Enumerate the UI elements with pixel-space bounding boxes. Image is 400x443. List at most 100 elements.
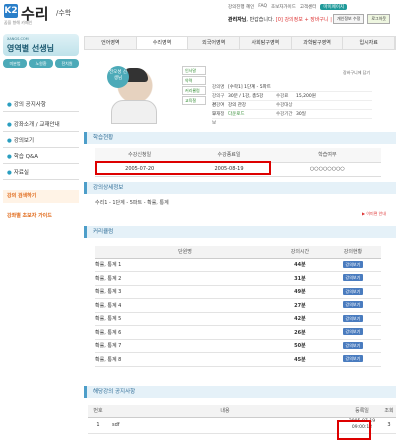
search-lecture-banner[interactable]: 강의 검색하기: [3, 190, 79, 203]
logo-mark[interactable]: K2: [4, 4, 18, 18]
notice-title-link[interactable]: sdf: [108, 417, 342, 434]
section-status: 학습현황: [84, 132, 396, 144]
info-value: 30분 / 1강, 총5강: [228, 94, 264, 99]
nav-item-social[interactable]: 사회탐구영역: [240, 37, 292, 49]
greeting-name: 관리자님: [228, 17, 247, 23]
logo-subtitle: /수학: [56, 9, 72, 17]
beginner-guide-banner[interactable]: 강좌별 초보자 가이드: [3, 210, 79, 223]
table-row: 확률, 통계 4 27분 강의보기: [95, 298, 381, 313]
status-header: 학습여부: [273, 148, 381, 163]
watch-button[interactable]: 강의보기: [342, 260, 364, 268]
top-links: 강의진행 혜인 FAQ 초보자가이드 고객센터 마이페이지: [228, 4, 348, 10]
arrow-icon: ●: [7, 170, 12, 176]
download-link[interactable]: 다운로드: [228, 110, 276, 118]
lecture-path: 수리1 - 1단계 - 5파트 - 확률, 통계: [95, 200, 169, 206]
sidebar-item-lecture[interactable]: ● 강의보기: [3, 134, 79, 148]
watch-button[interactable]: 강의보기: [342, 355, 364, 363]
unit-name: 확률, 통계 8: [95, 352, 275, 367]
notice-views: 3: [382, 417, 396, 434]
teacher-tab-1[interactable]: 미분법: [3, 59, 27, 68]
table-row: 확률, 통계 1 44분 강의보기: [95, 258, 381, 272]
section-notice: 해당강의 공지사항: [84, 386, 396, 398]
top-link-4[interactable]: 고객센터: [300, 4, 317, 10]
top-link-3[interactable]: 초보자가이드: [271, 4, 296, 10]
teacher-tab-2[interactable]: 노원환: [29, 59, 53, 68]
nav-item-math[interactable]: 수리영역: [136, 37, 189, 49]
nav-item-language[interactable]: 언어영역: [85, 37, 137, 49]
teacher-tabs: 미분법 노원환 전치원: [3, 59, 79, 68]
status-header: 수강신청일: [95, 148, 185, 163]
sidebar-item-label: 강좌소개 / 교재안내: [13, 122, 60, 128]
curriculum-header: 단원명: [95, 246, 275, 259]
info-key: 강의구성: [212, 94, 225, 108]
sidebar-item-label: 자료실: [13, 170, 29, 176]
sidebar-item-label: 강의보기: [13, 138, 35, 144]
table-row: 확률, 통계 3 49분 강의보기: [95, 285, 381, 299]
info-key: 관강여부: [212, 103, 225, 117]
table-row: 확률, 통계 5 42분 강의보기: [95, 312, 381, 326]
main-nav: 언어영역 수리영역 외국어영역 사회탐구영역 과학탐구영역 입시자료: [84, 36, 396, 50]
info-key: 교재정보: [212, 112, 225, 126]
info-row: 강의명 [수학1] 1단계 - 5파트: [212, 83, 372, 92]
nav-item-foreign[interactable]: 외국어영역: [188, 37, 241, 49]
profile-menu-greeting[interactable]: 인사말: [182, 66, 206, 75]
info-key: 수강대상: [276, 103, 293, 108]
edit-profile-button[interactable]: 개인정보 수정: [333, 14, 365, 24]
watch-button[interactable]: 강의보기: [342, 287, 364, 295]
greeting-text: , 반갑습니다.: [246, 17, 275, 23]
sidebar-item-qna[interactable]: ● 학습 Q&A: [3, 150, 79, 164]
sidebar-item-intro[interactable]: ● 강좌소개 / 교재안내: [3, 118, 79, 132]
unit-time: 49분: [275, 285, 325, 299]
teacher-photo: [87, 60, 167, 124]
notice-header: 번호: [88, 405, 108, 418]
unit-name: 확률, 통계 2: [95, 271, 275, 286]
logout-button[interactable]: 로그아웃: [367, 14, 391, 24]
profile-menu-philosophy[interactable]: 교육철: [182, 96, 206, 105]
unit-time: 42분: [275, 312, 325, 326]
profile-menu: 인사말 약력 커리큘럼 교육철: [182, 66, 206, 106]
watch-button[interactable]: 강의보기: [342, 301, 364, 309]
sidebar-item-archive[interactable]: ● 자료실: [3, 166, 79, 180]
unit-time: 31분: [275, 271, 325, 286]
teacher-card: XANGS.COM 영역별 선생님: [3, 34, 79, 56]
add-to-cart-link[interactable]: 장바구니에 담기: [343, 70, 370, 76]
info-value: 15,200원: [296, 94, 316, 99]
teacher-title: 영역별 선생님: [7, 44, 54, 53]
info-key: 수강료: [276, 94, 289, 99]
info-value: 30일: [296, 112, 306, 117]
nav-item-science[interactable]: 과학탐구영역: [292, 37, 344, 49]
section-curriculum: 커리큘럼: [84, 226, 396, 238]
status-progress: ○○○○○○○○: [273, 162, 381, 177]
info-link[interactable]: ▶ 이미편 안내: [362, 211, 386, 217]
sidebar-item-label: 강의 공지사항: [13, 102, 46, 108]
watch-button[interactable]: 강의보기: [342, 314, 364, 322]
info-value: [296, 101, 348, 109]
watch-button[interactable]: 강의보기: [342, 274, 364, 282]
nav-item-exam[interactable]: 입시자료: [343, 37, 396, 49]
profile-menu-history[interactable]: 약력: [182, 76, 206, 85]
top-link-2[interactable]: FAQ: [258, 4, 267, 10]
arrow-icon: ●: [7, 154, 12, 160]
arrow-icon: ●: [7, 102, 12, 108]
unit-name: 확률, 통계 4: [95, 298, 275, 313]
info-key: 수강기간: [276, 112, 293, 117]
profile-menu-curriculum[interactable]: 커리큘럼: [182, 86, 206, 95]
highlight-box: [337, 420, 371, 440]
watch-button[interactable]: 강의보기: [342, 341, 364, 349]
notice-number: 1: [88, 417, 108, 434]
table-row: 확률, 통계 7 50분 강의보기: [95, 339, 381, 353]
teacher-tab-3[interactable]: 전치원: [55, 59, 79, 68]
curriculum-header: 강의시간: [275, 246, 325, 259]
unit-time: 45분: [275, 352, 325, 367]
unit-name: 확률, 통계 6: [95, 325, 275, 340]
sidebar-item-notice[interactable]: ● 강의 공지사항: [3, 98, 79, 112]
highlight-box: [95, 161, 271, 175]
info-row: 교재정보 다운로드 수강기간 30일: [212, 110, 372, 126]
logo-tagline: 꿈을 향해 카페인: [4, 20, 33, 25]
status-header: 수강종료일: [184, 148, 274, 163]
watch-button[interactable]: 강의보기: [342, 328, 364, 336]
top-link-1[interactable]: 강의진행 혜인: [228, 4, 254, 10]
mypage-button[interactable]: 마이페이지: [320, 4, 348, 10]
unit-name: 확률, 통계 7: [95, 339, 275, 353]
curriculum-table: 단원명 강의시간 강의현황 확률, 통계 1 44분 강의보기 확률, 통계 2 31…: [95, 246, 381, 367]
